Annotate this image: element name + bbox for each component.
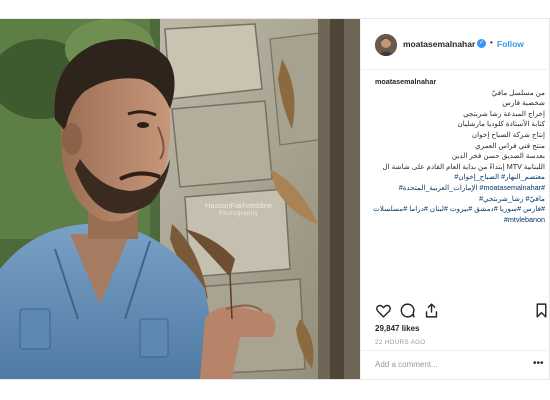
caption-line: بعدسة الصديق حسن فخر الدين — [451, 151, 545, 161]
caption-line: إنتاج شركة الصباح إخوان — [471, 129, 545, 139]
likes-count[interactable]: 29,847 likes — [375, 324, 419, 333]
share-icon[interactable] — [423, 302, 440, 319]
caption-hashtags[interactable]: #mtvlebanon — [375, 215, 545, 226]
more-options-icon[interactable]: ••• — [533, 358, 544, 369]
username-link[interactable]: moatasemalnahar — [403, 39, 475, 49]
caption-username[interactable]: moatasemalnahar — [375, 77, 436, 86]
portrait-image — [0, 19, 360, 379]
post-photo[interactable]: HassanFakhreddine Photography — [0, 19, 360, 379]
watermark-name: HassanFakhreddine — [205, 201, 273, 210]
watermark-sub: Photography — [218, 211, 259, 217]
caption-line: منتج فني فراس العمري — [475, 140, 545, 150]
avatar-image — [375, 34, 397, 56]
post-actions — [361, 302, 550, 324]
caption-line: من مسلسل مافيّ — [491, 87, 545, 97]
caption-hashtags[interactable]: #moatasemalnahar# الإمارات_العربية_المتح… — [375, 183, 545, 194]
avatar[interactable] — [375, 34, 397, 56]
post-header: moatasemalnahar ✓ • Follow — [361, 19, 550, 70]
caption-line: شخصية فارس — [502, 98, 545, 108]
post-caption: moatasemalnahar من مسلسل مافيّ شخصية فار… — [373, 77, 545, 226]
post-timestamp: 22 HOURS AGO — [375, 339, 426, 346]
caption-line: إخراج المبدعة رشا شربتجي — [463, 108, 545, 118]
photographer-watermark: HassanFakhreddine Photography — [205, 202, 272, 218]
verified-badge-icon: ✓ — [477, 39, 486, 48]
heart-icon[interactable] — [375, 302, 392, 319]
bookmark-icon[interactable] — [533, 302, 550, 319]
caption-line: كتابة الأستاذة كلوديا مارشليان — [457, 119, 545, 129]
comment-icon[interactable] — [399, 302, 416, 319]
follow-button[interactable]: Follow — [497, 39, 524, 49]
caption-hashtags[interactable]: معتصم_النهار# الصباح_إخوان# — [375, 172, 545, 183]
comment-bar: ••• — [361, 350, 550, 380]
post-sidebar: moatasemalnahar ✓ • Follow moatasemalnah… — [360, 19, 550, 379]
caption-hashtags[interactable]: #فارس #سوريا #دمشق #بيروت #لبنان #دراما … — [373, 204, 545, 215]
instagram-post: HassanFakhreddine Photography moatasemal… — [0, 18, 550, 380]
caption-line: اللبنانية MTV إبتداءً من بداية العام الق… — [382, 161, 545, 171]
comment-input[interactable] — [375, 360, 525, 369]
caption-hashtags[interactable]: مافيّ# رشا_شربتجي# — [375, 194, 545, 205]
header-separator: • — [490, 38, 493, 47]
